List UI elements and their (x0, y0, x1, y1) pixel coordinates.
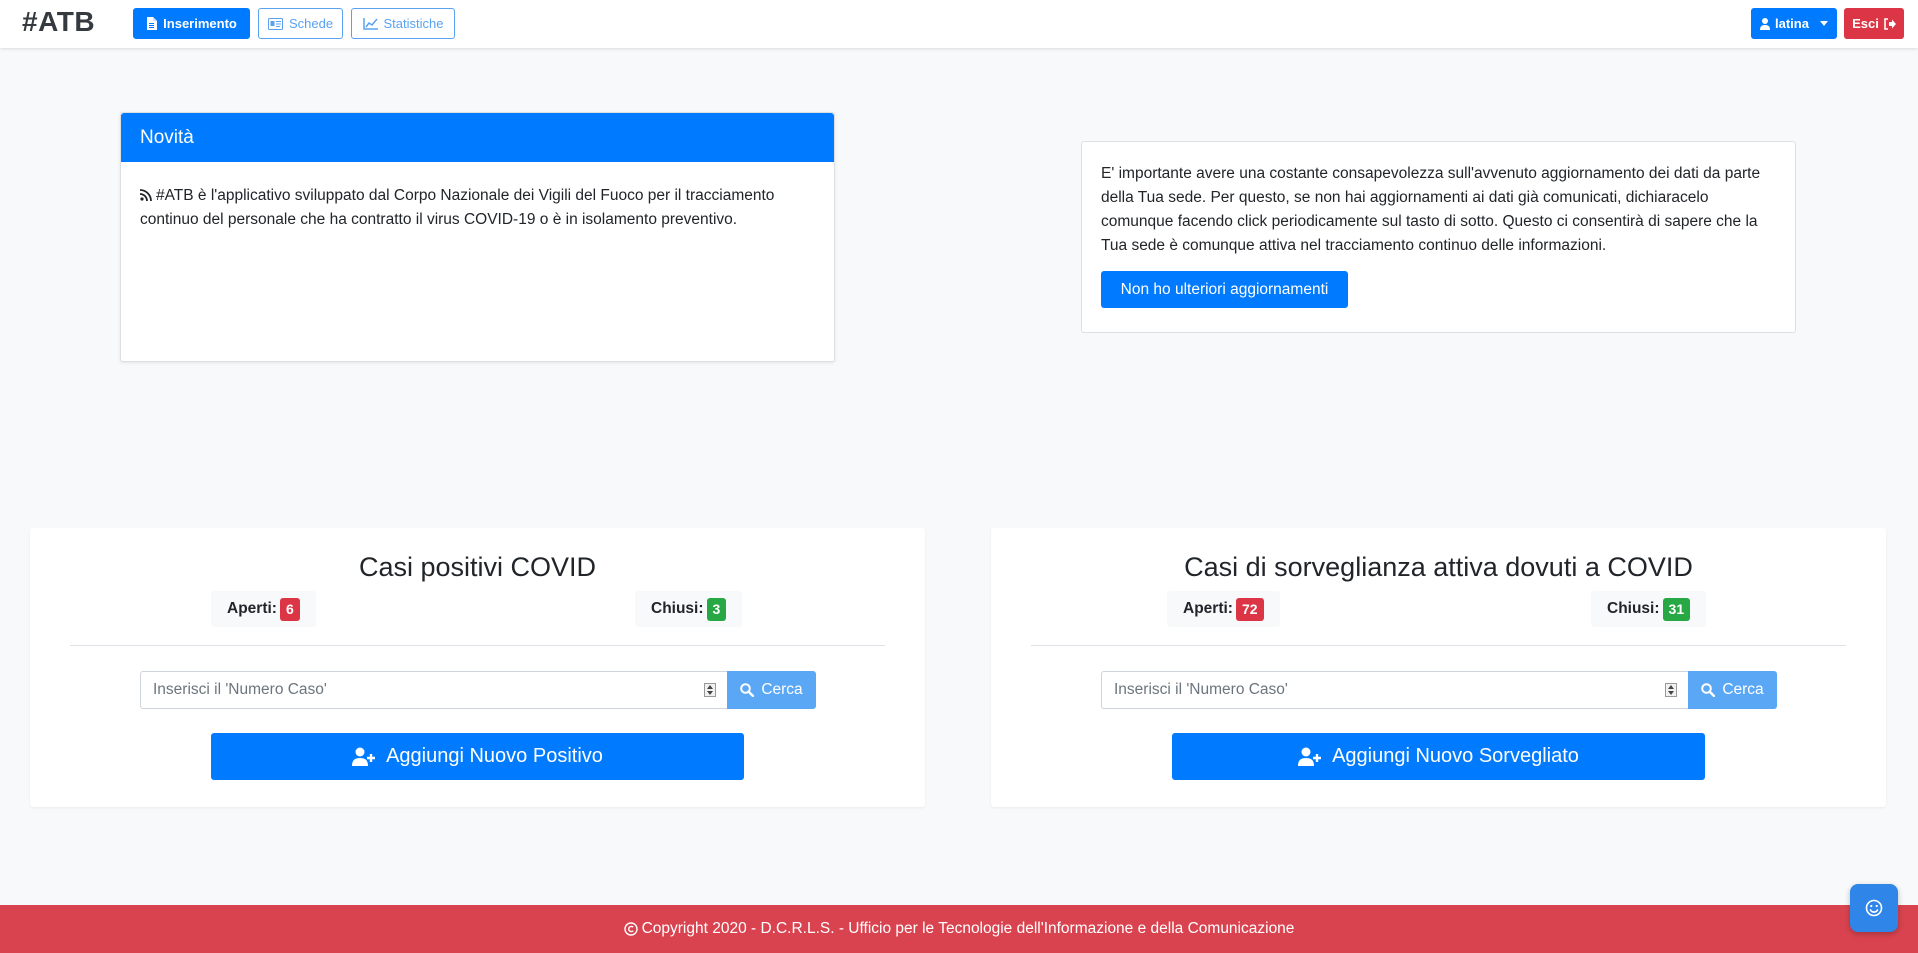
tab-inserimento[interactable]: Inserimento (133, 8, 250, 39)
surveillance-search-group: Cerca (1101, 671, 1777, 709)
surveillance-cases-title: Casi di sorveglianza attiva dovuti a COV… (1184, 552, 1693, 582)
tab-inserimento-label: Inserimento (163, 16, 237, 31)
number-spinner-icon[interactable] (704, 683, 716, 697)
footer: Copyright 2020 - D.C.R.L.S. - Ufficio pe… (0, 905, 1918, 953)
user-icon (1760, 17, 1771, 30)
positive-cases-title: Casi positivi COVID (358, 552, 597, 582)
feedback-button[interactable] (1850, 884, 1898, 932)
update-info-text: E' importante avere una costante consape… (1101, 165, 1761, 254)
positive-search-button[interactable]: Cerca (727, 671, 816, 709)
divider (70, 645, 885, 646)
smiley-icon (1865, 899, 1883, 917)
footer-text: Copyright 2020 - D.C.R.L.S. - Ufficio pe… (641, 920, 1295, 937)
user-name: latina (1775, 16, 1809, 31)
surveillance-open-label: Aperti: (1183, 600, 1233, 617)
logout-button[interactable]: Esci (1844, 8, 1904, 39)
user-plus-icon (1298, 747, 1322, 766)
copyright-icon (623, 922, 638, 936)
surveillance-closed-badge: 31 (1662, 597, 1691, 621)
user-plus-icon (352, 747, 376, 766)
divider (1031, 645, 1846, 646)
number-spinner-icon[interactable] (1665, 683, 1677, 697)
news-card: Novità #ATB è l'applicativo sviluppato d… (120, 112, 835, 362)
positive-cases-card: Casi positivi COVID Aperti: 6 Chiusi: 3 … (30, 528, 925, 807)
tab-statistiche-label: Statistiche (383, 16, 444, 31)
line-chart-icon (362, 17, 378, 30)
surveillance-search-button[interactable]: Cerca (1688, 671, 1777, 709)
tab-schede-label: Schede (288, 16, 334, 31)
update-info-card: E' importante avere una costante consape… (1081, 141, 1796, 333)
tab-schede[interactable]: Schede (258, 8, 343, 39)
no-updates-button[interactable]: Non ho ulteriori aggiornamenti (1101, 271, 1348, 308)
surveillance-open-counter[interactable]: Aperti: 72 (1167, 591, 1280, 627)
positive-open-counter[interactable]: Aperti: 6 (211, 591, 316, 627)
news-text: #ATB è l'applicativo sviluppato dal Corp… (140, 187, 775, 228)
brand-logo[interactable]: #ATB (22, 6, 95, 38)
positive-search-group: Cerca (140, 671, 816, 709)
search-icon (1701, 683, 1716, 697)
surveillance-closed-label: Chiusi: (1607, 600, 1660, 617)
tab-statistiche[interactable]: Statistiche (351, 8, 455, 39)
surveillance-cases-card: Casi di sorveglianza attiva dovuti a COV… (991, 528, 1886, 807)
add-positive-label: Aggiungi Nuovo Positivo (386, 745, 603, 767)
add-surveillance-button[interactable]: Aggiungi Nuovo Sorvegliato (1172, 733, 1705, 780)
surveillance-closed-counter[interactable]: Chiusi: 31 (1591, 591, 1707, 627)
positive-closed-label: Chiusi: (651, 600, 704, 617)
document-icon (146, 17, 158, 30)
positive-search-input[interactable] (140, 671, 727, 709)
search-icon (740, 683, 755, 697)
user-dropdown-button[interactable]: latina (1751, 8, 1837, 39)
surveillance-open-badge: 72 (1235, 597, 1264, 621)
add-positive-button[interactable]: Aggiungi Nuovo Positivo (211, 733, 744, 780)
update-info-body: E' importante avere una costante consape… (1082, 142, 1795, 328)
surveillance-search-label: Cerca (1722, 681, 1764, 698)
positive-search-label: Cerca (761, 681, 803, 698)
positive-closed-badge: 3 (706, 597, 727, 621)
chevron-down-icon (1819, 21, 1828, 26)
positive-open-label: Aperti: (227, 600, 277, 617)
rss-icon (140, 189, 152, 201)
positive-closed-counter[interactable]: Chiusi: 3 (635, 591, 743, 627)
navbar: #ATB Inserimento Schede Statistiche lati… (0, 0, 1918, 48)
surveillance-search-input[interactable] (1101, 671, 1688, 709)
add-surveillance-label: Aggiungi Nuovo Sorvegliato (1332, 745, 1579, 767)
logout-label: Esci (1852, 16, 1879, 31)
id-card-icon (267, 17, 283, 30)
news-card-body: #ATB è l'applicativo sviluppato dal Corp… (121, 162, 834, 254)
sign-out-icon (1884, 17, 1896, 30)
news-card-title: Novità (121, 113, 834, 162)
positive-open-badge: 6 (279, 597, 300, 621)
